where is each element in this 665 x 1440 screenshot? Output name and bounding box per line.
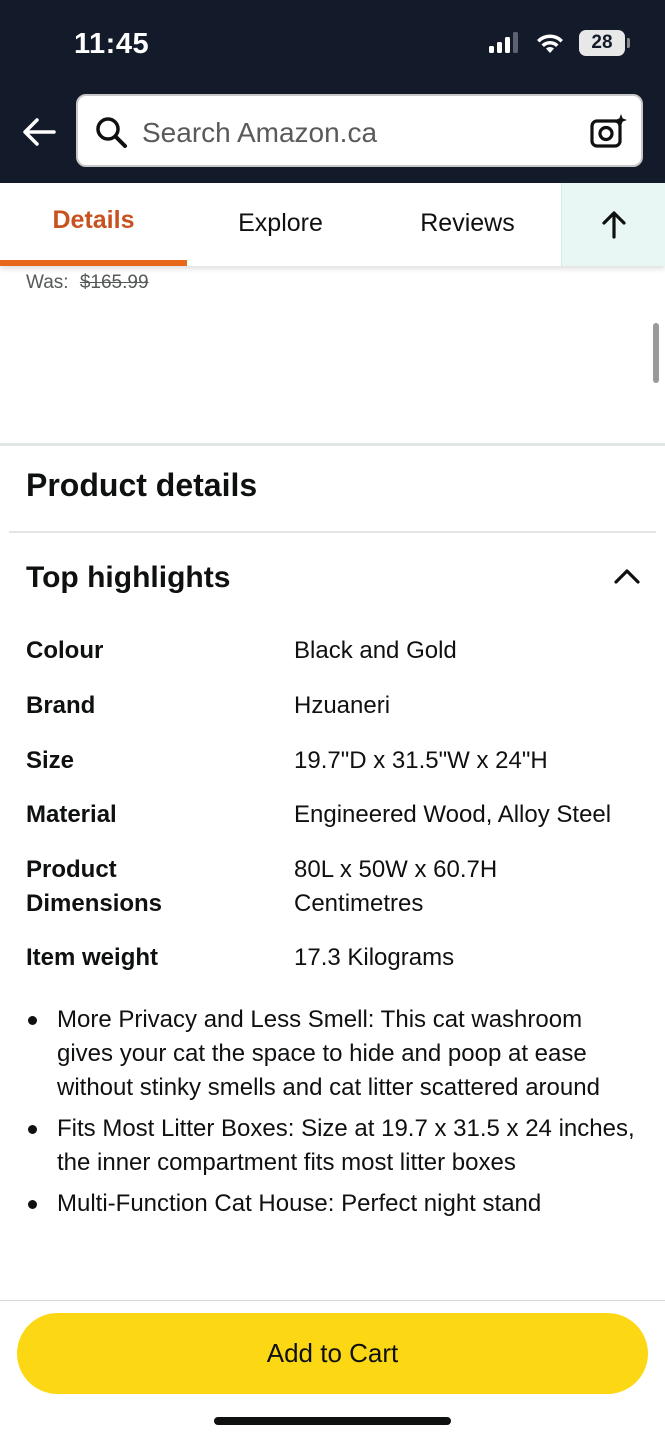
top-highlights-heading[interactable]: Top highlights	[26, 561, 230, 595]
feature-bullets: More Privacy and Less Smell: This cat wa…	[26, 1003, 641, 1228]
wifi-icon	[537, 34, 563, 53]
search-input[interactable]: Search Amazon.ca	[76, 94, 643, 167]
spec-label: Material	[26, 801, 117, 828]
bullet-dot	[28, 1125, 37, 1134]
tab-reviews[interactable]: Reviews	[374, 183, 561, 266]
was-price: Was: $165.99	[26, 272, 149, 294]
spec-label: Size	[26, 747, 75, 774]
home-indicator[interactable]	[214, 1417, 451, 1425]
bullet-dot	[28, 1016, 37, 1025]
was-price-value: $165.99	[79, 272, 149, 293]
bullet-dot	[28, 1200, 37, 1209]
battery-tip	[627, 38, 630, 48]
product-details-heading: Product details	[26, 467, 258, 503]
spec-label: Item weight	[26, 944, 159, 971]
divider	[9, 531, 656, 533]
battery-level: 28	[591, 32, 613, 53]
spec-value: 80L x 50W x 60.7H Centimetres	[294, 856, 498, 917]
status-time: 11:45	[74, 28, 150, 60]
scrollbar	[653, 323, 659, 383]
search-placeholder: Search Amazon.ca	[142, 117, 378, 148]
back-arrow-icon[interactable]	[20, 113, 58, 151]
spec-label: Brand	[26, 692, 96, 719]
camera-search-icon[interactable]	[589, 112, 627, 150]
tab-explore-label: Explore	[238, 209, 323, 237]
section-tabs: Details Explore Reviews	[0, 183, 665, 266]
active-tab-indicator	[0, 260, 187, 266]
search-icon	[96, 117, 127, 148]
chevron-up-icon[interactable]	[612, 566, 642, 586]
list-item: Multi-Function Cat House: Perfect night …	[26, 1187, 641, 1221]
section-divider	[0, 443, 665, 446]
spec-value: 17.3 Kilograms	[294, 944, 455, 971]
list-item: More Privacy and Less Smell: This cat wa…	[26, 1003, 641, 1105]
spec-value: Hzuaneri	[294, 692, 391, 719]
tab-explore[interactable]: Explore	[187, 183, 374, 266]
app-header: 11:45 28 Search Amazon.ca	[0, 0, 665, 183]
spec-value: 19.7"D x 31.5"W x 24"H	[294, 747, 548, 774]
bottom-action-bar: Add to Cart	[0, 1300, 665, 1440]
spec-value: Black and Gold	[294, 637, 457, 664]
battery-icon: 28	[579, 30, 630, 56]
scroll-to-top-button[interactable]	[561, 183, 665, 266]
tab-reviews-label: Reviews	[420, 209, 515, 237]
bullet-text: More Privacy and Less Smell: This cat wa…	[57, 1006, 600, 1101]
tab-details[interactable]: Details	[0, 183, 187, 266]
tab-details-label: Details	[52, 206, 135, 234]
status-icons: 28	[489, 30, 630, 56]
spec-label: Colour	[26, 637, 104, 664]
bullet-text: Fits Most Litter Boxes: Size at 19.7 x 3…	[57, 1115, 635, 1176]
add-to-cart-button[interactable]: Add to Cart	[17, 1313, 648, 1394]
cellular-signal-icon	[489, 32, 518, 53]
spec-label: Product Dimensions	[26, 856, 163, 917]
list-item: Fits Most Litter Boxes: Size at 19.7 x 3…	[26, 1112, 641, 1180]
spec-value: Engineered Wood, Alloy Steel	[294, 801, 612, 828]
was-price-label: Was:	[26, 272, 69, 293]
bullet-text: Multi-Function Cat House: Perfect night …	[57, 1190, 542, 1217]
arrow-up-icon	[601, 210, 626, 239]
